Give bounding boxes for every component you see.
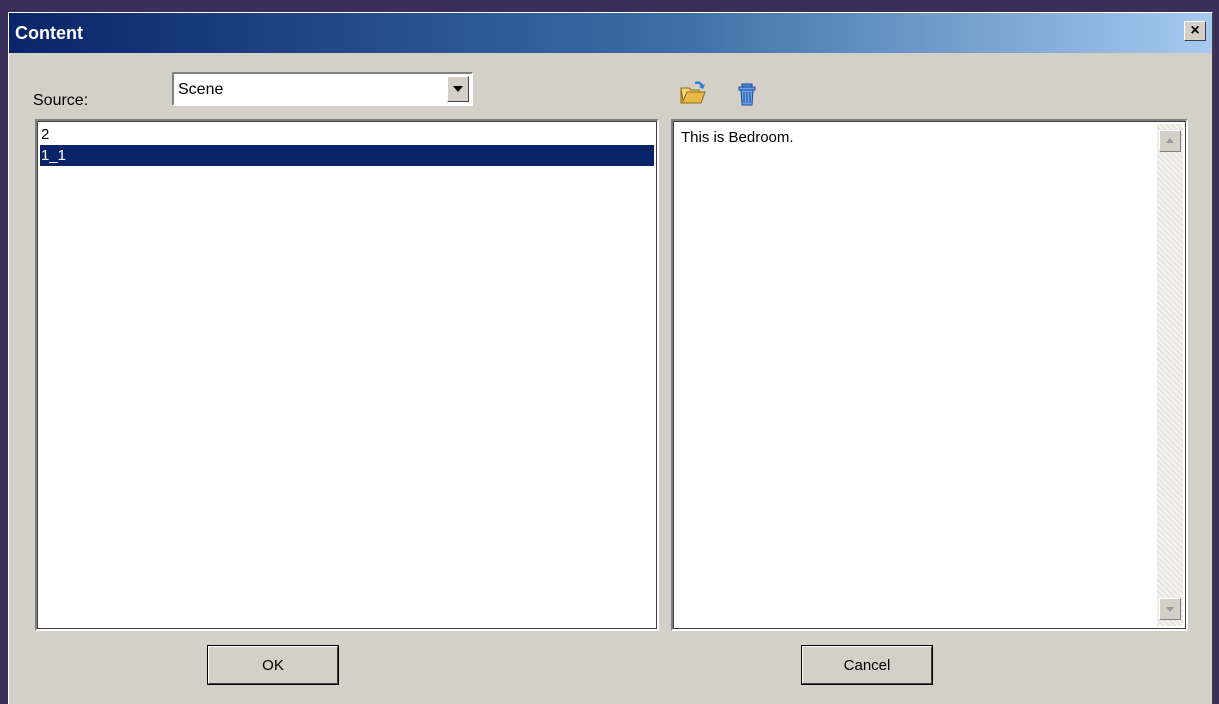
scroll-up-button[interactable] — [1159, 130, 1181, 152]
description-textarea[interactable]: This is Bedroom. — [671, 119, 1188, 631]
desktop-strip — [0, 0, 1219, 12]
content-list[interactable]: 2 1_1 — [35, 119, 659, 631]
titlebar: Content × — [9, 13, 1212, 53]
source-selected-value: Scene — [178, 81, 224, 98]
content-dialog: Content × Source: Scene 2 1_1 This is Be… — [8, 12, 1213, 704]
scroll-down-button[interactable] — [1159, 598, 1181, 620]
close-icon: × — [1190, 22, 1200, 39]
window-title: Content — [15, 23, 83, 43]
list-item[interactable]: 2 — [40, 124, 654, 145]
description-text: This is Bedroom. — [681, 129, 794, 146]
trash-icon[interactable] — [734, 80, 762, 108]
close-button[interactable]: × — [1184, 21, 1206, 41]
dropdown-arrow-button[interactable] — [447, 76, 469, 102]
source-label: Source: — [33, 92, 89, 109]
list-item-selected[interactable]: 1_1 — [40, 145, 654, 166]
cancel-button[interactable]: Cancel — [801, 645, 933, 685]
open-folder-icon[interactable] — [679, 79, 707, 107]
source-dropdown[interactable]: Scene — [172, 72, 473, 106]
ok-button[interactable]: OK — [207, 645, 339, 685]
vertical-scrollbar[interactable] — [1157, 124, 1183, 626]
